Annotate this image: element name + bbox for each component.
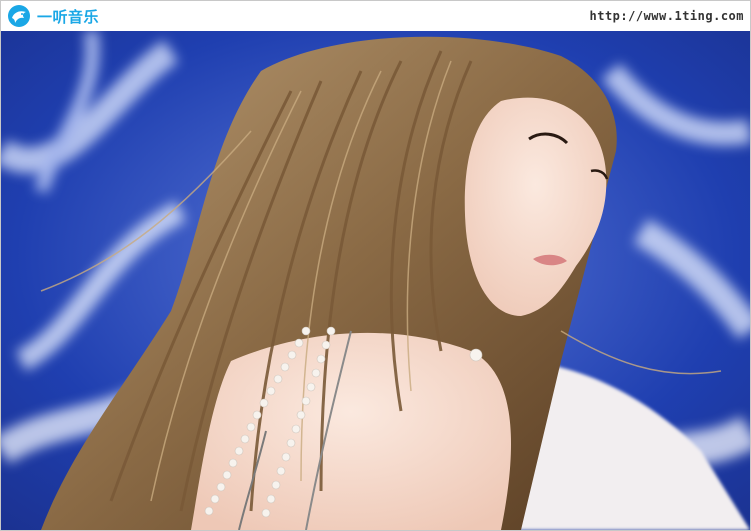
main-photo — [1, 31, 750, 530]
dolphin-logo-icon — [7, 4, 33, 28]
header-bar: 一听音乐 http://www.1ting.com — [1, 1, 750, 31]
site-logo[interactable]: 一听音乐 — [7, 4, 99, 28]
logo-text: 一听音乐 — [37, 7, 100, 26]
photo-illustration — [1, 31, 750, 530]
image-frame: 一听音乐 http://www.1ting.com — [0, 0, 751, 531]
shoulder — [191, 332, 511, 530]
site-url[interactable]: http://www.1ting.com — [590, 9, 745, 23]
